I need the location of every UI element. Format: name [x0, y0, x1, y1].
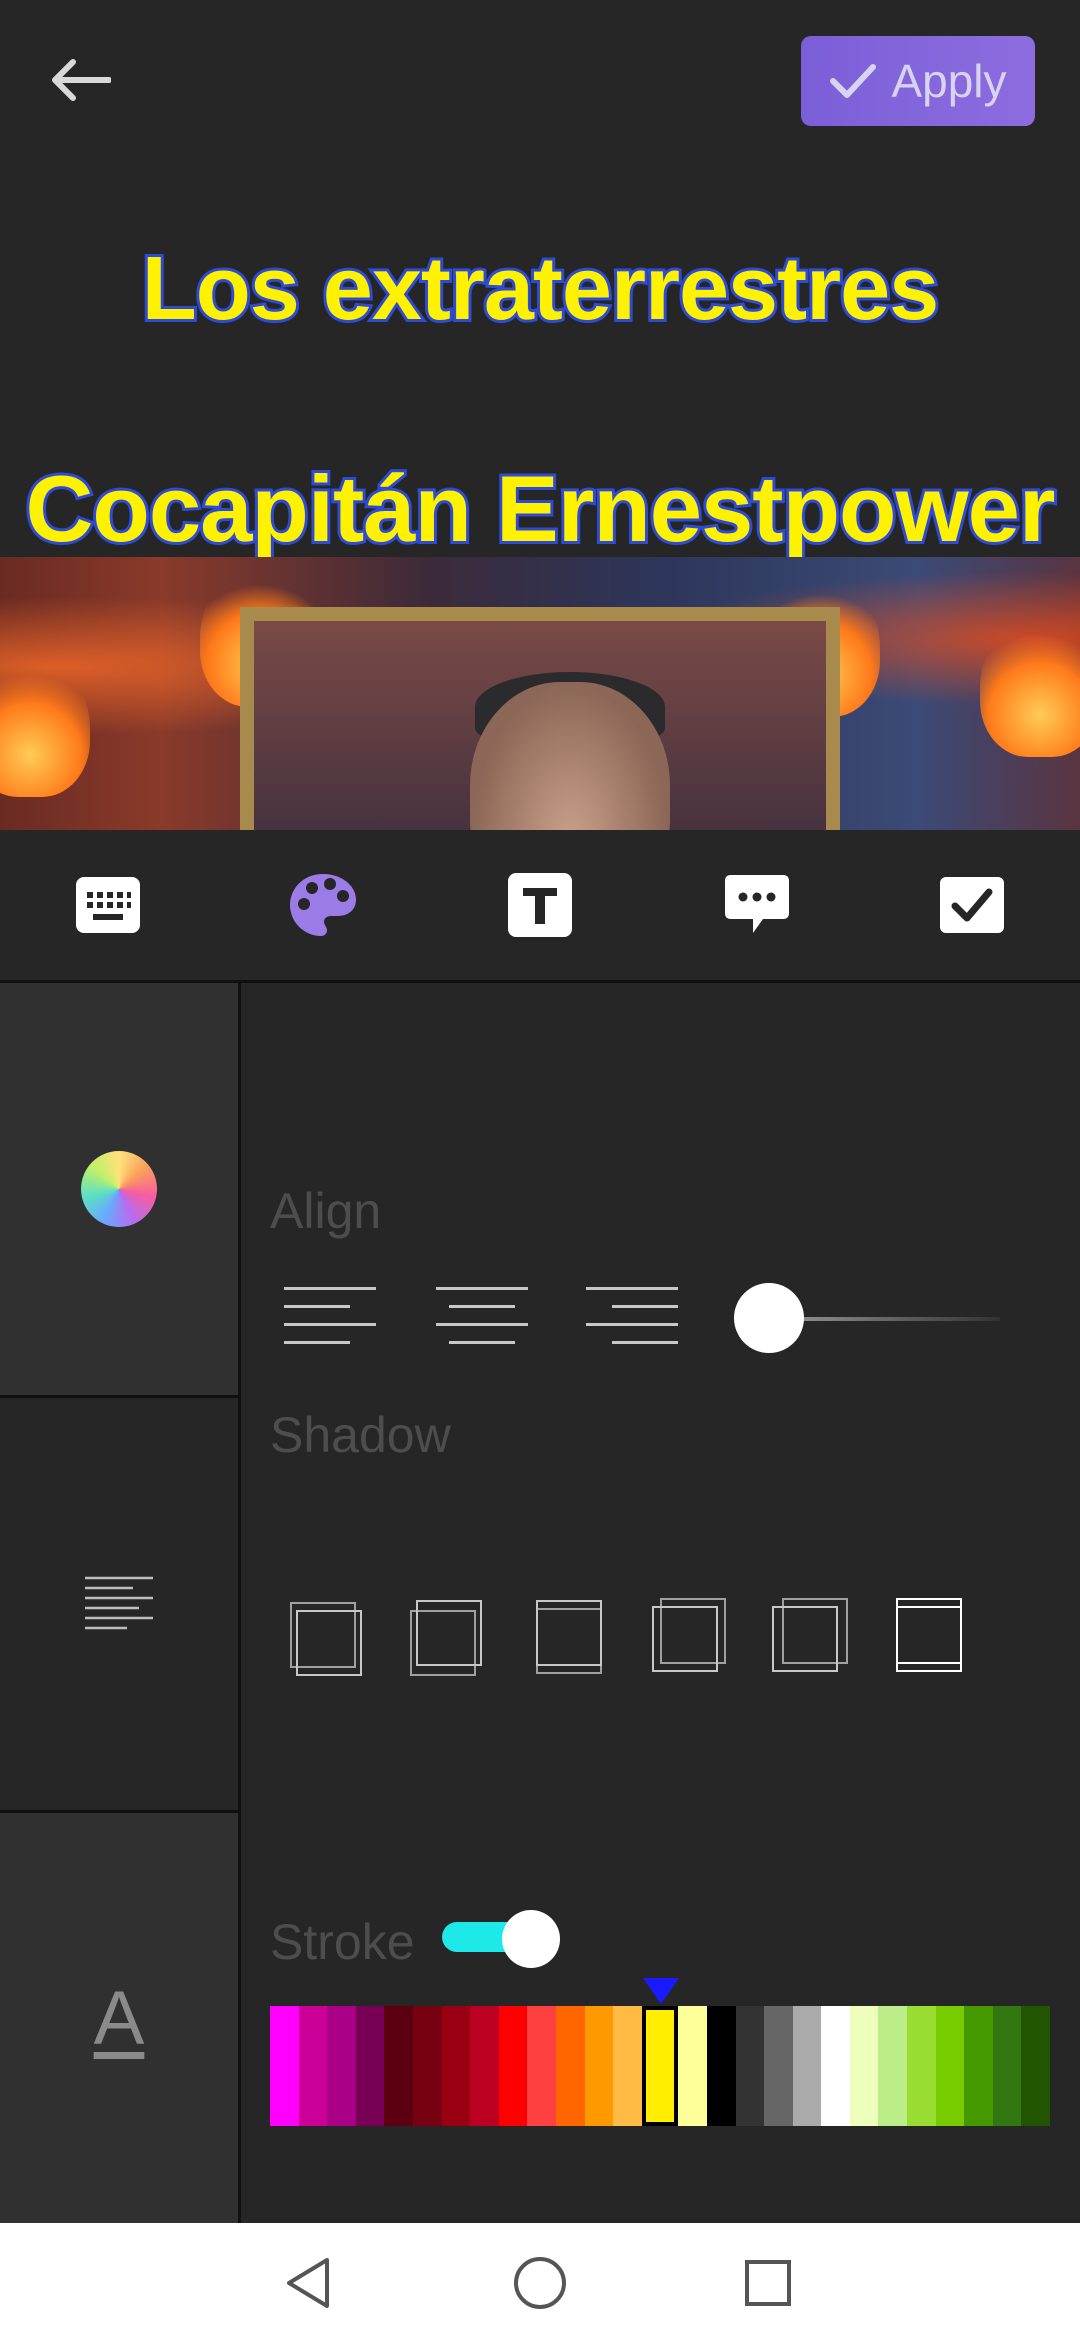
- shadow-top-right-alt-button[interactable]: [770, 1596, 850, 1676]
- color-swatch[interactable]: [527, 2006, 556, 2126]
- align-left-button[interactable]: [282, 1283, 382, 1353]
- speech-bubble-icon: [725, 875, 789, 933]
- tab-color[interactable]: [0, 983, 238, 1398]
- color-swatch[interactable]: [384, 2006, 413, 2126]
- color-swatch[interactable]: [412, 2006, 442, 2126]
- background-photo: [0, 557, 1080, 830]
- tool-palette[interactable]: [288, 870, 358, 940]
- preview-text-line-1[interactable]: Los extraterrestres: [0, 236, 1080, 342]
- checkmark-icon: [830, 64, 877, 98]
- selected-color-marker-icon: [643, 1978, 679, 2004]
- system-navigation-bar: [0, 2223, 1080, 2340]
- color-swatch[interactable]: [641, 2006, 679, 2126]
- color-swatch[interactable]: [270, 2006, 299, 2126]
- color-swatch[interactable]: [735, 2006, 765, 2126]
- color-swatch[interactable]: [355, 2006, 385, 2126]
- tool-speech-bubble[interactable]: [722, 870, 792, 940]
- palette-icon: [290, 874, 356, 936]
- text-style-editor: Apply Los extraterrestres Cocapitán Erne…: [0, 0, 1080, 2340]
- square-recents-icon: [745, 2260, 791, 2306]
- color-swatch[interactable]: [907, 2006, 936, 2126]
- shadow-bottom-left-button[interactable]: [290, 1596, 370, 1676]
- align-center-button[interactable]: [432, 1283, 532, 1353]
- shadow-top-right-button[interactable]: [650, 1596, 730, 1676]
- stroke-color-palette: [270, 2006, 1051, 2126]
- color-swatch[interactable]: [441, 2006, 471, 2126]
- shadow-bottom-right-button[interactable]: [410, 1596, 490, 1676]
- line-spacing-slider-thumb[interactable]: [734, 1283, 804, 1353]
- shadow-bottom-button[interactable]: [532, 1596, 612, 1676]
- align-lines-icon: [85, 1576, 153, 1630]
- color-swatch[interactable]: [584, 2006, 614, 2126]
- keyboard-icon: [76, 877, 140, 933]
- color-swatch[interactable]: [992, 2006, 1022, 2126]
- nav-back-button[interactable]: [273, 2248, 343, 2318]
- color-swatch[interactable]: [555, 2006, 585, 2126]
- color-swatch[interactable]: [878, 2006, 908, 2126]
- color-swatch[interactable]: [935, 2006, 965, 2126]
- editor-toolbar: [0, 830, 1080, 983]
- stroke-toggle-thumb[interactable]: [502, 1910, 560, 1968]
- stroke-label: Stroke: [270, 1914, 415, 1970]
- arrow-left-icon: [52, 59, 111, 101]
- font-icon: A: [93, 1975, 145, 2061]
- color-swatch[interactable]: [849, 2006, 879, 2126]
- color-swatch[interactable]: [1021, 2006, 1051, 2126]
- nav-home-button[interactable]: [505, 2248, 575, 2318]
- tab-font[interactable]: A: [0, 1813, 238, 2223]
- style-category-panel: A: [0, 983, 241, 2223]
- align-label: Align: [270, 1183, 382, 1239]
- apply-button[interactable]: Apply: [801, 36, 1035, 126]
- color-swatch[interactable]: [327, 2006, 356, 2126]
- color-wheel-icon: [81, 1151, 157, 1227]
- nav-recents-button[interactable]: [733, 2248, 803, 2318]
- color-swatch[interactable]: [764, 2006, 793, 2126]
- color-swatch[interactable]: [964, 2006, 993, 2126]
- line-spacing-slider-track[interactable]: [770, 1317, 1000, 1321]
- preview-text-line-2[interactable]: Cocapitán Ernestpower: [0, 453, 1080, 564]
- color-swatch[interactable]: [498, 2006, 528, 2126]
- triangle-back-icon: [287, 2258, 329, 2308]
- color-swatch[interactable]: [470, 2006, 499, 2126]
- tool-keyboard[interactable]: [73, 870, 143, 940]
- color-swatch[interactable]: [706, 2006, 736, 2126]
- circle-home-icon: [514, 2257, 566, 2309]
- shadow-label: Shadow: [270, 1407, 451, 1463]
- color-swatch[interactable]: [821, 2006, 850, 2126]
- tab-alignment[interactable]: [0, 1398, 238, 1813]
- color-swatch[interactable]: [613, 2006, 642, 2126]
- color-swatch[interactable]: [792, 2006, 822, 2126]
- text-icon: [508, 873, 572, 937]
- color-swatch[interactable]: [678, 2006, 707, 2126]
- checkbox-icon: [940, 877, 1004, 933]
- apply-label: Apply: [891, 55, 1007, 107]
- tool-done[interactable]: [937, 870, 1007, 940]
- color-swatch[interactable]: [298, 2006, 328, 2126]
- align-right-button[interactable]: [582, 1283, 682, 1353]
- shadow-top-button[interactable]: [892, 1596, 972, 1676]
- back-button[interactable]: [40, 45, 120, 115]
- tool-text[interactable]: [505, 870, 575, 940]
